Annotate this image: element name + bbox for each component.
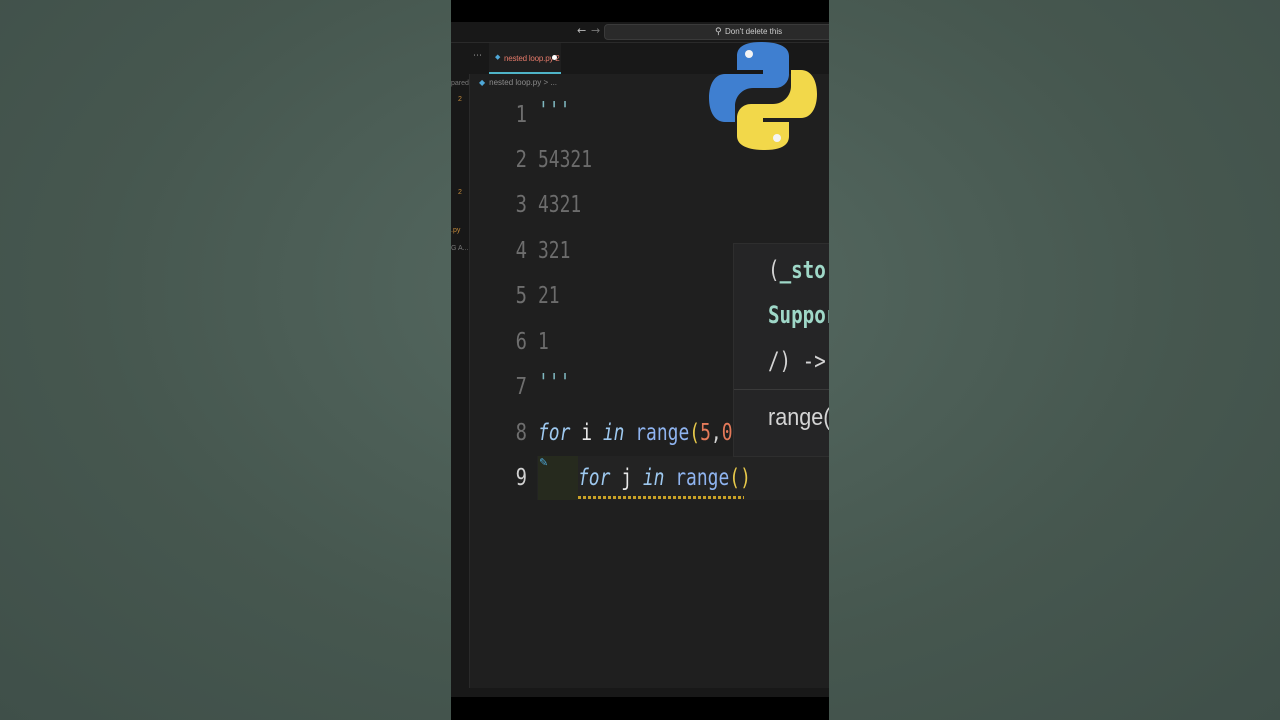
parens: ()	[729, 465, 751, 491]
breadcrumb-separator: >	[543, 78, 549, 87]
line-number: 4	[515, 238, 527, 264]
popup-signature-line: (_sto	[768, 256, 826, 284]
number-5: 5	[700, 420, 711, 446]
popup-divider	[734, 389, 829, 390]
comma: ,	[710, 420, 722, 446]
top-letterbox	[451, 0, 829, 22]
explorer-sidebar-strip: pared 2 2 .py G A...	[451, 43, 470, 688]
code-line-1: '''	[538, 98, 571, 124]
command-center-search[interactable]: ⚲ Don't delete this	[604, 24, 829, 40]
breadcrumb-file[interactable]: nested loop.py	[489, 78, 541, 87]
sidebar-truncated-label[interactable]: G A...	[451, 245, 469, 252]
variable-i: i	[581, 420, 593, 446]
line-number: 8	[515, 420, 527, 446]
arrow-right-icon[interactable]: →	[591, 22, 600, 40]
line-number: 2	[515, 147, 527, 173]
keyword-for: for	[578, 465, 611, 491]
number-0: 0	[721, 420, 733, 446]
code-line-9: for j in range()	[578, 465, 751, 491]
popup-paren: (	[768, 256, 780, 284]
code-line-6: 1	[538, 329, 549, 355]
line-number: 3	[515, 192, 527, 218]
arrow-left-icon[interactable]: ←	[577, 22, 586, 40]
popup-support-line: Suppor	[768, 301, 829, 329]
line-number-active: 9	[515, 465, 527, 491]
python-file-icon: ◆	[495, 53, 501, 61]
popup-param-name: _sto	[779, 256, 826, 284]
tab-label: nested loop.py 2	[504, 54, 560, 63]
code-line-2: 54321	[538, 147, 593, 173]
keyword-in: in	[642, 465, 665, 491]
status-bar	[451, 688, 829, 697]
sidebar-file-label[interactable]: .py	[451, 227, 460, 234]
unsaved-dot-icon[interactable]	[552, 55, 557, 60]
search-icon: ⚲	[715, 27, 722, 37]
variable-j: j	[621, 465, 633, 491]
line-number: 6	[515, 329, 527, 355]
breadcrumb[interactable]: ◆ nested loop.py > ...	[479, 78, 557, 87]
line-number: 5	[515, 283, 527, 309]
code-line-5: 21	[538, 283, 560, 309]
vscode-window: ← → ⚲ Don't delete this pared 2 2 .py G …	[451, 0, 829, 720]
code-line-3: 4321	[538, 192, 582, 218]
sidebar-faint-label: pared	[451, 80, 469, 87]
open-paren: (	[689, 420, 701, 446]
popup-return-line: /) ->	[768, 347, 826, 375]
edit-pencil-icon: ✎	[539, 456, 549, 469]
bottom-letterbox	[451, 697, 829, 720]
sidebar-badge-mid: 2	[458, 189, 462, 196]
breadcrumb-more[interactable]: ...	[550, 78, 557, 87]
sidebar-badge-top: 2	[458, 96, 462, 103]
more-actions-icon[interactable]: ⋯	[473, 51, 482, 61]
code-line-7: '''	[538, 370, 571, 396]
line-number: 1	[515, 102, 527, 128]
warning-squiggle	[578, 496, 744, 499]
function-range: range	[675, 465, 730, 491]
line-number: 7	[515, 374, 527, 400]
command-center-text: Don't delete this	[725, 27, 783, 36]
code-line-4: 321	[538, 238, 571, 264]
signature-help-popup[interactable]: (_sto Suppor /) -> range(s	[733, 243, 829, 457]
python-file-icon: ◆	[479, 78, 486, 87]
popup-range-line: range(s	[768, 404, 829, 431]
keyword-for: for	[538, 420, 571, 446]
tab-nested-loop[interactable]: ◆ nested loop.py 2	[489, 43, 561, 74]
function-range: range	[635, 420, 690, 446]
python-logo-icon	[709, 42, 817, 150]
keyword-in: in	[602, 420, 625, 446]
